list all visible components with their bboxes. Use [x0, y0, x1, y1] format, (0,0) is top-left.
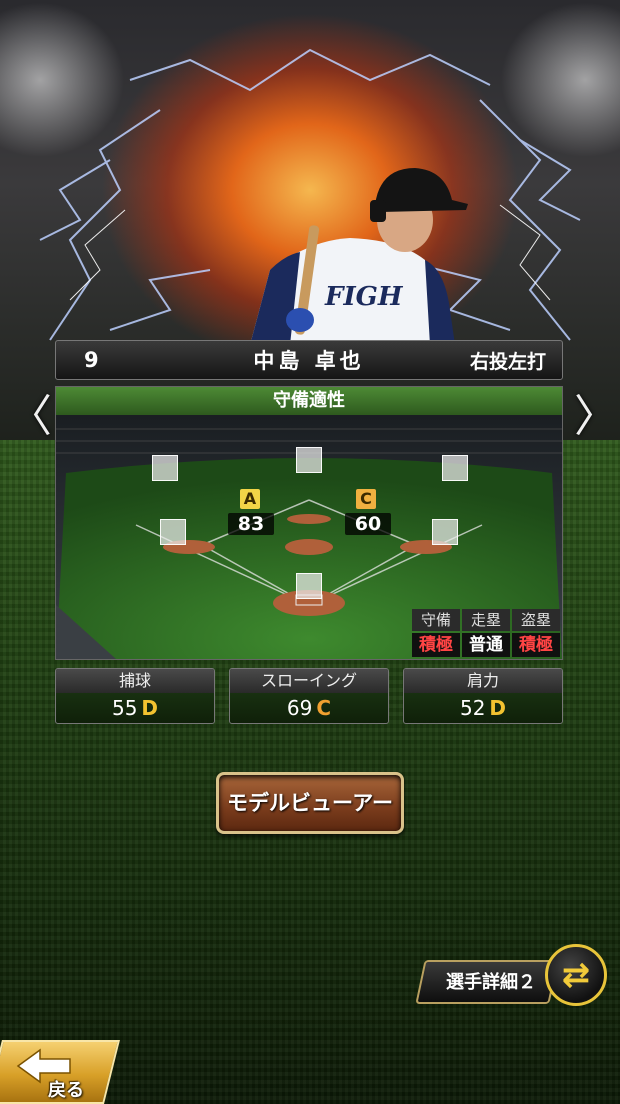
stat-throwing-label: スローイング	[230, 669, 388, 693]
stat-catching-value: 55	[111, 696, 138, 720]
position-lf-marker[interactable]	[152, 455, 178, 481]
stealing-tendency-label: 盗塁	[512, 609, 560, 631]
stat-arm-strength: 肩力 52 D	[403, 668, 563, 724]
stat-catching-grade: D	[141, 696, 159, 720]
stat-throwing-grade: C	[316, 696, 332, 720]
defense-tendency-value: 積極	[412, 633, 460, 657]
position-c-marker[interactable]	[296, 573, 322, 599]
running-tendency-value: 普通	[462, 633, 510, 657]
shortstop-grade-value: 83	[228, 513, 274, 535]
back-button-label[interactable]: 戻る	[48, 1076, 84, 1102]
stealing-tendency-value: 積極	[512, 633, 560, 657]
defense-aptitude-title: 守備適性	[56, 387, 562, 415]
stat-catching: 捕球 55 D	[55, 668, 215, 724]
stat-arm-strength-value: 52	[459, 696, 486, 720]
position-3b-marker[interactable]	[160, 519, 186, 545]
running-tendency-label: 走塁	[462, 609, 510, 631]
defense-tendency-label: 守備	[412, 609, 460, 631]
position-1b-marker[interactable]	[432, 519, 458, 545]
player-image: FIGH	[250, 168, 468, 345]
stat-catching-label: 捕球	[56, 669, 214, 693]
player-detail-button[interactable]: 選手詳細２	[432, 968, 550, 994]
shortstop-grade-badge: A	[240, 489, 260, 509]
player-nameplate: 9 中島 卓也 右投左打	[55, 340, 563, 380]
position-rf-marker[interactable]	[442, 455, 468, 481]
stat-arm-strength-grade: D	[489, 696, 507, 720]
tendency-table: 守備 走塁 盗塁 積極 普通 積極	[412, 609, 560, 657]
model-viewer-button[interactable]: モデルビューアー	[216, 772, 404, 834]
player-handedness: 右投左打	[469, 350, 546, 373]
position-cf-marker[interactable]	[296, 447, 322, 473]
swap-icon[interactable]: ⇄	[545, 944, 607, 1006]
defense-aptitude-panel: 守備適性 A 83 C 60 守備 走塁 盗塁 積極 普通 積極	[55, 386, 563, 660]
prev-player-arrow[interactable]: 〈	[8, 380, 52, 444]
baseball-field: A 83 C 60 守備 走塁 盗塁 積極 普通 積極	[56, 415, 562, 659]
stat-throwing-value: 69	[286, 696, 313, 720]
stat-arm-strength-label: 肩力	[404, 669, 562, 693]
second-base-grade-badge: C	[356, 489, 376, 509]
svg-text:FIGH: FIGH	[324, 282, 404, 312]
next-player-arrow[interactable]: 〉	[574, 380, 618, 444]
stat-throwing: スローイング 69 C	[229, 668, 389, 724]
second-base-grade-value: 60	[345, 513, 391, 535]
